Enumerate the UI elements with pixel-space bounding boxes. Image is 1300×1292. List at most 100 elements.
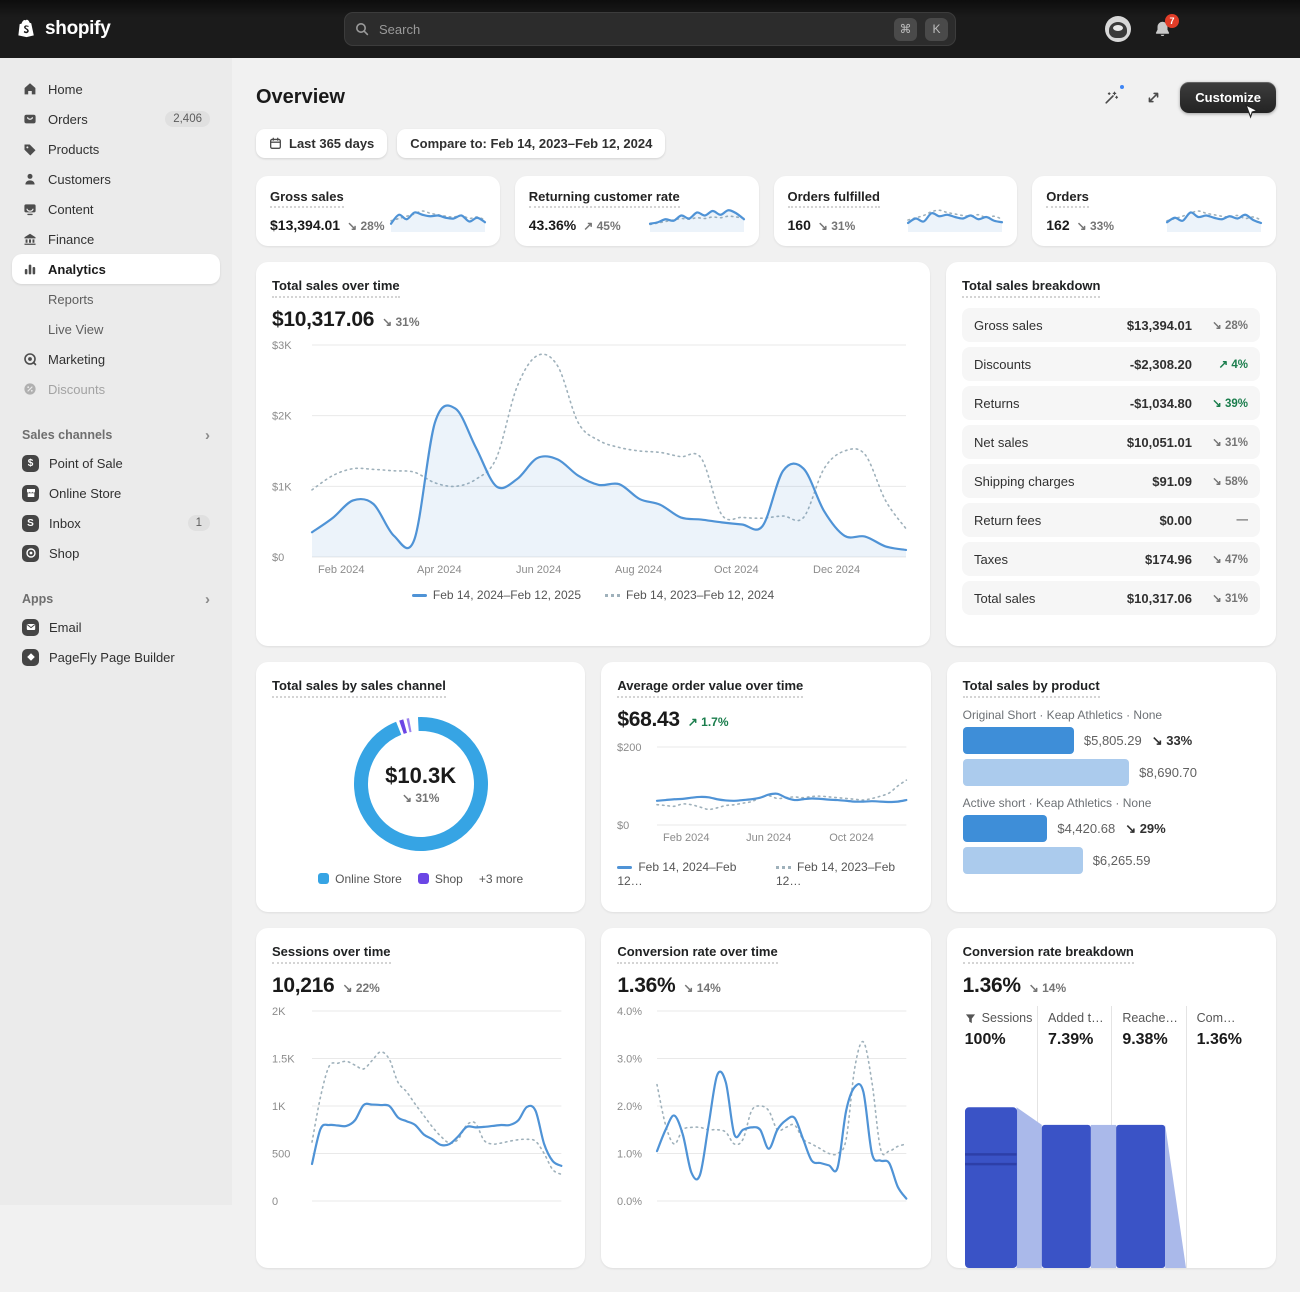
breakdown-row[interactable]: Shipping charges $91.09 ↘ 58% (962, 464, 1260, 498)
shopify-bag-icon (16, 18, 38, 40)
aov-chart: $200$0Feb 2024Jun 2024Oct 2024 (617, 740, 914, 846)
search-input[interactable] (377, 21, 886, 38)
card-title[interactable]: Conversion rate over time (617, 944, 777, 964)
sidebar-item-point-of-sale[interactable]: $ Point of Sale (12, 448, 220, 478)
kpi-card-orders[interactable]: Orders 162 ↘ 33% (1032, 176, 1276, 246)
customize-button[interactable]: Customize (1180, 82, 1276, 113)
previous-period-bar[interactable] (963, 847, 1083, 874)
sidebar-item-discounts[interactable]: Discounts (12, 374, 220, 404)
product-bar-value: $5,805.29 (1084, 733, 1142, 748)
expand-icon (1146, 90, 1161, 105)
sessions-value: 10,216 (272, 974, 334, 998)
funnel-change: ↘ 14% (1029, 981, 1066, 995)
svg-text:Feb 2024: Feb 2024 (318, 564, 364, 576)
shopify-logo[interactable]: shopify (16, 18, 110, 40)
conversion-value: 1.36% (617, 974, 675, 998)
sidebar-item-shop[interactable]: Shop (12, 538, 220, 568)
breakdown-row[interactable]: Taxes $174.96 ↘ 47% (962, 542, 1260, 576)
sidebar-item-label: Marketing (48, 352, 105, 367)
svg-text:$0: $0 (617, 820, 629, 832)
online-store-swatch (318, 873, 329, 884)
total-sales-value: $10,317.06 (272, 308, 374, 332)
sidebar-item-email[interactable]: Email (12, 612, 220, 642)
sidebar-item-label: Products (48, 142, 99, 157)
card-title[interactable]: Average order value over time (617, 678, 803, 698)
discounts-icon (22, 381, 38, 397)
insights-button[interactable] (1096, 83, 1126, 113)
card-title[interactable]: Total sales by sales channel (272, 678, 446, 698)
profile-avatar[interactable] (1105, 16, 1131, 42)
breakdown-row[interactable]: Returns -$1,034.80 ↘ 39% (962, 386, 1260, 420)
svg-text:1.5K: 1.5K (272, 1054, 295, 1066)
kpi-card-orders-fulfilled[interactable]: Orders fulfilled 160 ↘ 31% (774, 176, 1018, 246)
inbox-count-badge: 1 (188, 515, 210, 531)
svg-text:1.0%: 1.0% (617, 1149, 642, 1161)
sidebar-item-pagefly[interactable]: PageFly Page Builder (12, 642, 220, 672)
sidebar-item-home[interactable]: Home (12, 74, 220, 104)
apps-header[interactable]: Apps › (12, 586, 220, 612)
kpi-card-gross-sales[interactable]: Gross sales $13,394.01 ↘ 28% (256, 176, 500, 246)
svg-text:Aug 2024: Aug 2024 (615, 564, 662, 576)
sidebar-item-inbox[interactable]: S Inbox 1 (12, 508, 220, 538)
sidebar-item-orders[interactable]: Orders 2,406 (12, 104, 220, 134)
sidebar-item-marketing[interactable]: Marketing (12, 344, 220, 374)
sidebar-item-label: Discounts (48, 382, 105, 397)
expand-button[interactable] (1138, 83, 1168, 113)
sidebar-item-analytics[interactable]: Analytics (12, 254, 220, 284)
inbox-icon: S (22, 515, 39, 532)
analytics-icon (22, 261, 38, 277)
legend-previous: Feb 14, 2023–Feb 12, 2024 (605, 588, 774, 602)
online-store-icon (22, 485, 39, 502)
breakdown-row[interactable]: Discounts -$2,308.20 ↗ 4% (962, 347, 1260, 381)
average-order-value-card: Average order value over time $68.43 ↗ 1… (601, 662, 930, 912)
sidebar-item-customers[interactable]: Customers (12, 164, 220, 194)
svg-text:3.0%: 3.0% (617, 1054, 642, 1066)
legend-online-store: Online Store (318, 872, 402, 886)
content-icon (22, 201, 38, 217)
product-bar-row: $4,420.68↘ 29% (963, 815, 1260, 842)
magic-wand-icon (1103, 90, 1119, 106)
svg-text:Oct 2024: Oct 2024 (714, 564, 759, 576)
card-title[interactable]: Conversion rate breakdown (963, 944, 1134, 964)
breakdown-row[interactable]: Return fees $0.00 — (962, 503, 1260, 537)
legend-current: Feb 14, 2024–Feb 12, 2025 (412, 588, 581, 602)
card-title[interactable]: Sessions over time (272, 944, 391, 964)
conversion-rate-card: Conversion rate over time 1.36% ↘ 14% 4.… (601, 928, 930, 1268)
donut-center-change: ↘ 31% (402, 791, 439, 805)
sidebar-item-live-view[interactable]: Live View (12, 314, 220, 344)
shortcut-cmd-key: ⌘ (894, 18, 917, 41)
sidebar-item-products[interactable]: Products (12, 134, 220, 164)
svg-text:Jun 2024: Jun 2024 (746, 832, 791, 844)
card-title[interactable]: Total sales over time (272, 278, 400, 298)
marketing-icon (22, 351, 38, 367)
card-title[interactable]: Total sales breakdown (962, 278, 1100, 298)
sidebar-item-label: PageFly Page Builder (49, 650, 175, 665)
orders-count-badge: 2,406 (165, 111, 210, 127)
svg-text:4.0%: 4.0% (617, 1006, 642, 1018)
breakdown-row[interactable]: Gross sales $13,394.01 ↘ 28% (962, 308, 1260, 342)
card-title[interactable]: Total sales by product (963, 678, 1100, 698)
sidebar-item-online-store[interactable]: Online Store (12, 478, 220, 508)
sidebar-item-reports[interactable]: Reports (12, 284, 220, 314)
sidebar-item-finance[interactable]: Finance (12, 224, 220, 254)
calendar-icon (269, 137, 282, 150)
global-search[interactable]: ⌘ K (344, 12, 956, 46)
breakdown-row[interactable]: Net sales $10,051.01 ↘ 31% (962, 425, 1260, 459)
notifications-button[interactable]: 7 (1153, 20, 1172, 39)
compare-filter[interactable]: Compare to: Feb 14, 2023–Feb 12, 2024 (397, 129, 665, 158)
kpi-value: 43.36% (529, 217, 576, 233)
current-period-bar[interactable] (963, 815, 1048, 842)
sessions-chart: 2K1.5K1K5000 (272, 1004, 569, 1209)
previous-period-bar[interactable] (963, 759, 1130, 786)
sales-channels-header[interactable]: Sales channels › (12, 422, 220, 448)
product-label: Active short · Keap Athletics · None (963, 796, 1260, 810)
page-title: Overview (256, 86, 345, 109)
kpi-card-returning-rate[interactable]: Returning customer rate 43.36% ↗ 45% (515, 176, 759, 246)
date-range-filter[interactable]: Last 365 days (256, 129, 387, 158)
breakdown-row[interactable]: Total sales $10,317.06 ↘ 31% (962, 581, 1260, 615)
svg-text:Feb 2024: Feb 2024 (663, 832, 709, 844)
legend-more[interactable]: +3 more (479, 872, 523, 886)
svg-text:1K: 1K (272, 1101, 286, 1113)
sidebar-item-content[interactable]: Content (12, 194, 220, 224)
current-period-bar[interactable] (963, 727, 1074, 754)
